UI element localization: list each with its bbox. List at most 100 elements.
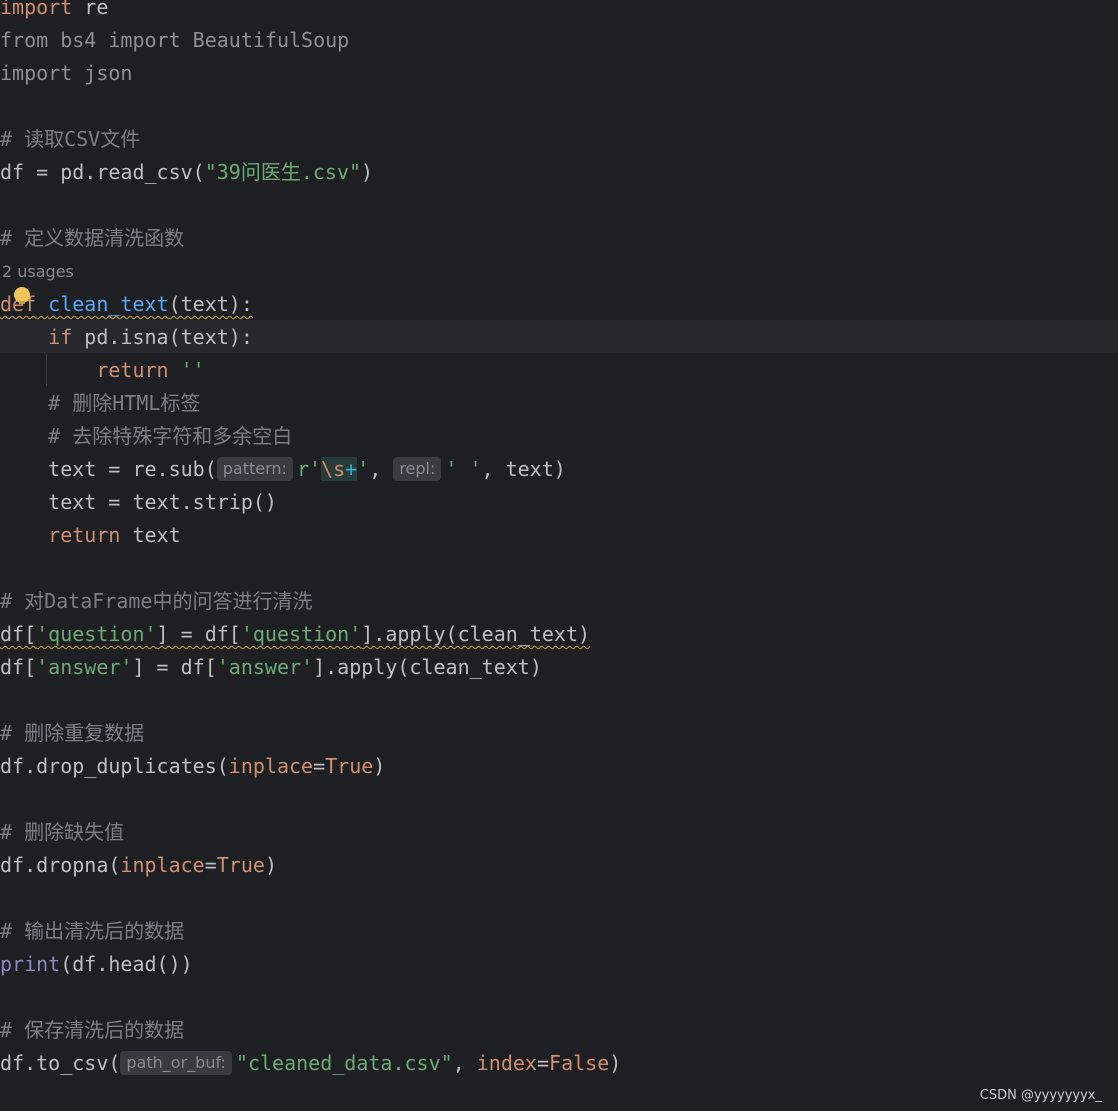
code-text: )	[609, 1051, 622, 1075]
comment-text: # 定义数据清洗函数	[0, 226, 185, 250]
keyword-argument: index	[476, 1051, 537, 1075]
code-text: =	[204, 853, 217, 877]
string-literal: "39问医生.csv"	[204, 160, 362, 184]
code-text: , text)	[481, 457, 566, 481]
code-line[interactable]: text = re.sub(pattern: r'\s+', repl: ' ', …	[0, 453, 566, 486]
comment-line[interactable]: # 读取CSV文件	[0, 123, 140, 156]
code-text: re	[72, 0, 109, 19]
code-text: =	[536, 1051, 550, 1075]
code-text: )	[264, 853, 277, 877]
comment-text: # 删除重复数据	[0, 721, 145, 745]
comment-text: # 去除特殊字符和多余空白	[48, 424, 293, 448]
code-text: from bs4 import BeautifulSoup	[0, 28, 350, 52]
string-literal: 'question'	[240, 622, 362, 646]
code-text: ].apply(clean_text)	[313, 655, 542, 679]
comment-line[interactable]: # 去除特殊字符和多余空白	[0, 420, 292, 453]
code-line[interactable]: df.dropna(inplace=True)	[0, 849, 277, 882]
comment-line[interactable]: # 删除重复数据	[0, 717, 144, 750]
keyword-argument: inplace	[120, 853, 205, 877]
code-text: df[	[0, 622, 37, 646]
code-line[interactable]: return ''	[0, 354, 205, 387]
code-line[interactable]: def clean_text(text):	[0, 288, 253, 321]
code-line[interactable]: df['question'] = df['question'].apply(cl…	[0, 618, 590, 651]
code-line[interactable]: from bs4 import BeautifulSoup	[0, 24, 349, 57]
builtin-function: print	[0, 952, 61, 976]
code-text: (text):	[168, 292, 253, 316]
code-line[interactable]: if pd.isna(text):	[0, 321, 253, 354]
string-literal: r'	[296, 457, 322, 481]
comment-text: # 删除HTML标签	[48, 391, 201, 415]
string-literal: '	[357, 457, 370, 481]
regex-escape-text: \s	[321, 457, 346, 481]
string-literal: "cleaned_data.csv"	[235, 1051, 453, 1075]
string-literal: ''	[168, 358, 205, 382]
code-text: ,	[369, 457, 394, 481]
comment-line[interactable]: # 保存清洗后的数据	[0, 1014, 184, 1047]
code-line[interactable]: df['answer'] = df['answer'].apply(clean_…	[0, 651, 542, 684]
code-line[interactable]: df.to_csv(path_or_buf: "cleaned_data.csv"…	[0, 1047, 621, 1080]
comment-line[interactable]: # 定义数据清洗函数	[0, 222, 184, 255]
code-text: import json	[0, 61, 133, 85]
watermark: CSDN @yyyyyyyx_	[979, 1088, 1102, 1103]
intention-bulb-icon[interactable]	[14, 287, 30, 304]
code-line[interactable]: df.drop_duplicates(inplace=True)	[0, 750, 385, 783]
code-text: ] = df[	[156, 622, 241, 646]
comment-text: # 保存清洗后的数据	[0, 1018, 185, 1042]
comment-text: # 对DataFrame中的问答进行清洗	[0, 589, 313, 613]
regex-quantifier: +	[345, 457, 358, 481]
code-line[interactable]: print(df.head())	[0, 948, 193, 981]
code-line[interactable]: text = text.strip()	[0, 486, 277, 519]
code-text: df.dropna(	[0, 853, 121, 877]
code-text: text	[120, 523, 181, 547]
comment-text: # 输出清洗后的数据	[0, 919, 185, 943]
code-text: ,	[452, 1051, 477, 1075]
keyword-argument: inplace	[228, 754, 314, 778]
comment-text: # 读取CSV文件	[0, 127, 141, 151]
code-text: df = pd.read_csv(	[0, 160, 205, 184]
code-line[interactable]: df = pd.read_csv("39问医生.csv")	[0, 156, 373, 189]
keyword: return	[96, 358, 169, 382]
code-editor[interactable]: import re from bs4 import BeautifulSoup …	[0, 0, 1118, 1111]
comment-line[interactable]: # 删除缺失值	[0, 816, 124, 849]
code-line[interactable]: return text	[0, 519, 181, 552]
comment-line[interactable]: # 删除HTML标签	[0, 387, 200, 420]
string-literal: 'answer'	[216, 655, 314, 679]
code-line[interactable]: import json	[0, 57, 132, 90]
boolean-literal: True	[325, 754, 374, 778]
parameter-hint-repl: repl:	[393, 457, 442, 481]
keyword: if	[48, 325, 73, 349]
comment-line[interactable]: # 输出清洗后的数据	[0, 915, 184, 948]
code-text: df.drop_duplicates(	[0, 754, 229, 778]
code-text: pd.isna(text):	[72, 325, 253, 349]
keyword: return	[48, 523, 121, 547]
code-line[interactable]: import re	[0, 0, 108, 24]
code-text: )	[361, 160, 374, 184]
code-text: df[	[0, 655, 37, 679]
code-text: text = re.sub(	[48, 457, 217, 481]
keyword: import	[0, 0, 73, 19]
string-literal: 'answer'	[36, 655, 133, 679]
code-text: )	[373, 754, 386, 778]
regex-escape: \s+	[321, 457, 358, 481]
parameter-hint-pattern: pattern:	[216, 457, 293, 481]
code-text: ] = df[	[132, 655, 217, 679]
comment-line[interactable]: # 对DataFrame中的问答进行清洗	[0, 585, 312, 618]
string-literal: 'question'	[36, 622, 157, 646]
comment-text: # 删除缺失值	[0, 820, 125, 844]
code-text: df.to_csv(	[0, 1051, 121, 1075]
function-name: clean_text	[48, 292, 169, 316]
code-text: =	[313, 754, 326, 778]
usages-hint[interactable]: 2 usages	[2, 258, 74, 286]
boolean-literal: True	[216, 853, 265, 877]
code-text: text = text.strip()	[48, 490, 277, 514]
parameter-hint-path: path_or_buf:	[120, 1051, 232, 1075]
code-text: ].apply(clean_text)	[361, 622, 591, 646]
boolean-literal: False	[549, 1051, 610, 1075]
